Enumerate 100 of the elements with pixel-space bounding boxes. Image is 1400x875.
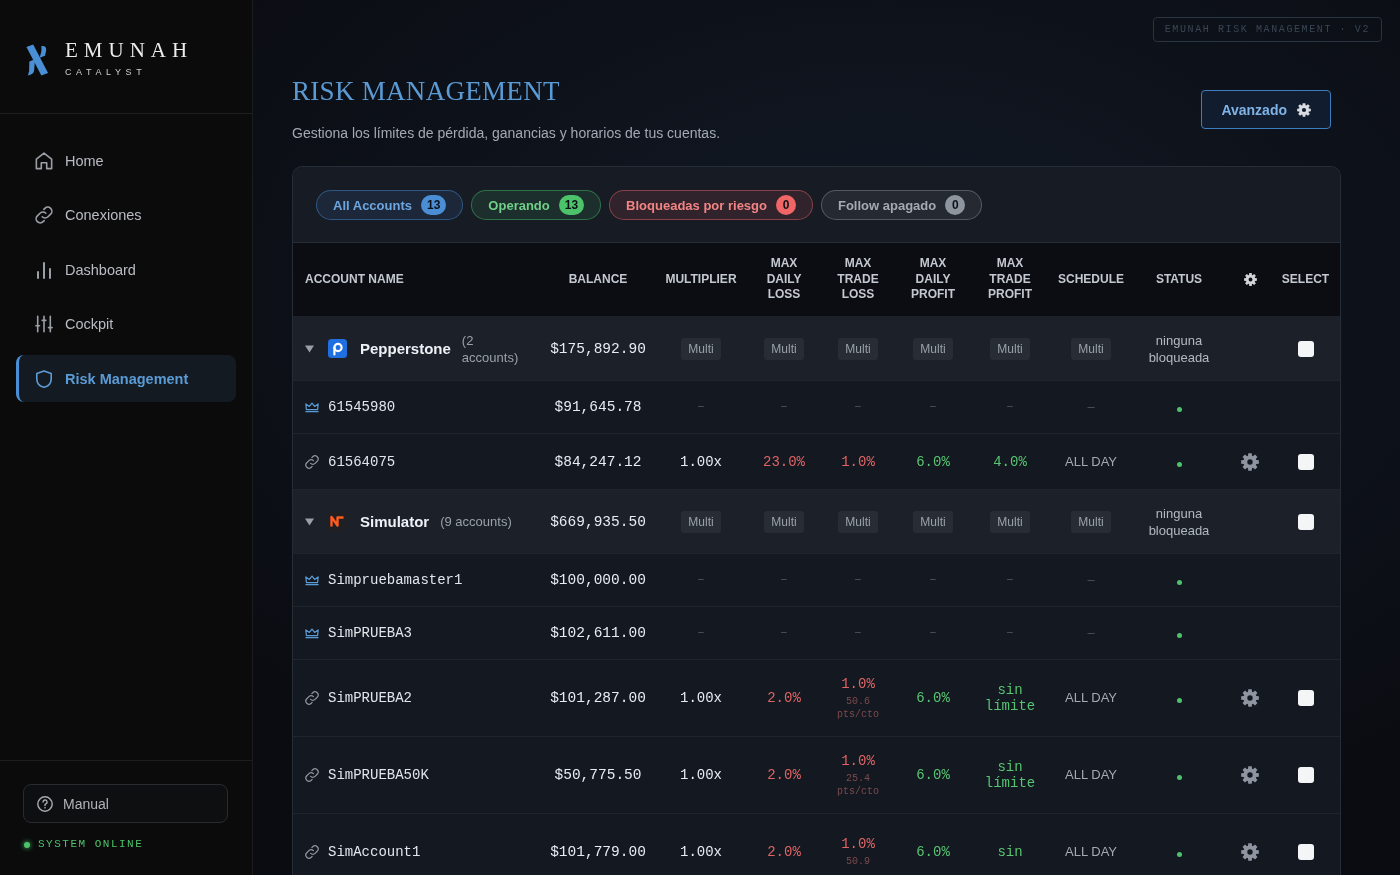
- empty-value: –: [1087, 625, 1095, 641]
- count-badge: 0: [776, 195, 796, 215]
- multi-tag: Multi: [1071, 510, 1111, 533]
- link-icon: [35, 206, 53, 224]
- limit-value: 2.0%: [767, 844, 801, 860]
- trade-loss-note: 25.4 pts/cto: [836, 771, 880, 798]
- account-count: (2 accounts): [461, 331, 520, 366]
- aleph-logo-icon: [25, 42, 50, 78]
- empty-value: –: [1087, 572, 1095, 588]
- status-text: ninguna bloqueada: [1147, 331, 1211, 366]
- balance-value: $669,935.50: [550, 513, 646, 530]
- empty-value: –: [1006, 399, 1014, 415]
- limit-value: 1.0%: [841, 453, 875, 470]
- nav-item[interactable]: Dashboard: [16, 246, 236, 293]
- column-header: MAX DAILY PROFIT: [911, 256, 955, 303]
- limit-value: 1.0%: [841, 675, 875, 692]
- empty-value: –: [780, 399, 788, 415]
- empty-value: –: [854, 572, 862, 588]
- crown-icon: [305, 627, 319, 639]
- multiplier-value: 1.00x: [680, 844, 722, 860]
- balance-value: $84,247.12: [554, 453, 642, 470]
- account-name: SimAccount1: [328, 844, 421, 860]
- settings-icon[interactable]: [1243, 273, 1257, 286]
- select-checkbox[interactable]: [1297, 767, 1314, 783]
- empty-value: –: [1006, 625, 1014, 641]
- balance-value: $100,000.00: [550, 572, 646, 588]
- empty-value: –: [929, 625, 937, 641]
- nav-item[interactable]: Home: [16, 137, 236, 184]
- account-name: SimPRUEBA2: [328, 690, 412, 706]
- balance-value: $50,775.50: [554, 767, 642, 783]
- group-name: Pepperstone: [360, 340, 451, 357]
- limit-value: 2.0%: [767, 767, 801, 783]
- multi-tag: Multi: [764, 510, 804, 533]
- column-header: MAX TRADE LOSS: [837, 256, 879, 303]
- sliders-icon: [35, 315, 53, 333]
- select-checkbox[interactable]: [1297, 690, 1314, 706]
- multi-tag: Multi: [1071, 337, 1111, 360]
- column-header: BALANCE: [568, 271, 628, 288]
- filter-chip[interactable]: Bloqueadas por riesgo 0: [609, 190, 813, 220]
- home-icon: [35, 151, 53, 170]
- multiplier-value: 1.00x: [680, 690, 722, 706]
- status-text: ninguna bloqueada: [1147, 504, 1211, 539]
- schedule-value: ALL DAY: [1065, 844, 1117, 860]
- select-checkbox[interactable]: [1297, 453, 1314, 470]
- advanced-button[interactable]: Avanzado: [1201, 90, 1331, 129]
- balance-value: $101,287.00: [550, 690, 646, 706]
- settings-icon[interactable]: [1241, 843, 1259, 861]
- settings-icon[interactable]: [1241, 766, 1259, 784]
- multi-tag: Multi: [990, 510, 1030, 533]
- limit-value: 4.0%: [993, 453, 1027, 470]
- multi-tag: Multi: [913, 510, 953, 533]
- settings-icon[interactable]: [1241, 689, 1259, 707]
- empty-value: –: [697, 625, 705, 641]
- multi-tag: Multi: [838, 337, 878, 360]
- brand-name: EMUNAH: [65, 39, 194, 61]
- crown-icon: [305, 574, 319, 586]
- bar-chart-icon: [35, 260, 53, 279]
- account-name: SimPRUEBA3: [328, 625, 412, 641]
- caret-icon[interactable]: [305, 344, 314, 353]
- settings-icon[interactable]: [1241, 452, 1259, 471]
- empty-value: –: [1087, 399, 1095, 415]
- page-title: RISK MANAGEMENT: [292, 75, 561, 108]
- account-name: 61564075: [328, 453, 396, 470]
- limit-value: sin: [997, 844, 1023, 860]
- nav-item[interactable]: Cockpit: [16, 300, 236, 348]
- settings-icon: [1297, 102, 1311, 117]
- caret-icon[interactable]: [305, 517, 314, 526]
- shield-icon: [35, 369, 53, 388]
- account-count: (9 accounts): [440, 513, 512, 530]
- page-subtitle: Gestiona los límites de pérdida, ganancias y horarios de tus cuentas.: [292, 124, 721, 143]
- select-checkbox[interactable]: [1297, 340, 1314, 357]
- filter-chip[interactable]: Operando 13: [471, 190, 602, 220]
- column-header: SCHEDULE: [1058, 271, 1124, 288]
- empty-value: –: [697, 399, 705, 415]
- filter-chip[interactable]: All Accounts 13: [316, 190, 464, 220]
- system-status-text: SYSTEM ONLINE: [38, 838, 144, 851]
- limit-value: 6.0%: [916, 767, 950, 783]
- limit-value: 1.0%: [841, 836, 875, 852]
- balance-value: $175,892.90: [550, 340, 646, 357]
- select-checkbox[interactable]: [1297, 844, 1314, 860]
- limit-value: 23.0%: [763, 453, 805, 470]
- column-header: MAX TRADE PROFIT: [988, 256, 1032, 303]
- filter-chip[interactable]: Follow apagado 0: [821, 190, 983, 220]
- limit-value: sin límite: [983, 759, 1037, 791]
- manual-button[interactable]: Manual: [23, 784, 228, 823]
- column-header: MULTIPLIER: [665, 271, 737, 288]
- empty-value: –: [1006, 572, 1014, 588]
- account-name: SimPRUEBA50K: [328, 767, 429, 783]
- schedule-value: ALL DAY: [1065, 767, 1117, 783]
- empty-value: –: [929, 572, 937, 588]
- multi-tag: Multi: [681, 337, 721, 360]
- nav-item[interactable]: Risk Management: [16, 355, 236, 402]
- group-name: Simulator: [360, 513, 430, 530]
- nav-item[interactable]: Conexiones: [16, 191, 236, 239]
- trade-loss-note: 50.9: [846, 855, 870, 868]
- help-icon: [37, 795, 53, 812]
- limit-value: sin límite: [983, 682, 1037, 714]
- link-icon: [305, 454, 319, 469]
- count-badge: 13: [558, 195, 585, 215]
- select-checkbox[interactable]: [1297, 513, 1314, 530]
